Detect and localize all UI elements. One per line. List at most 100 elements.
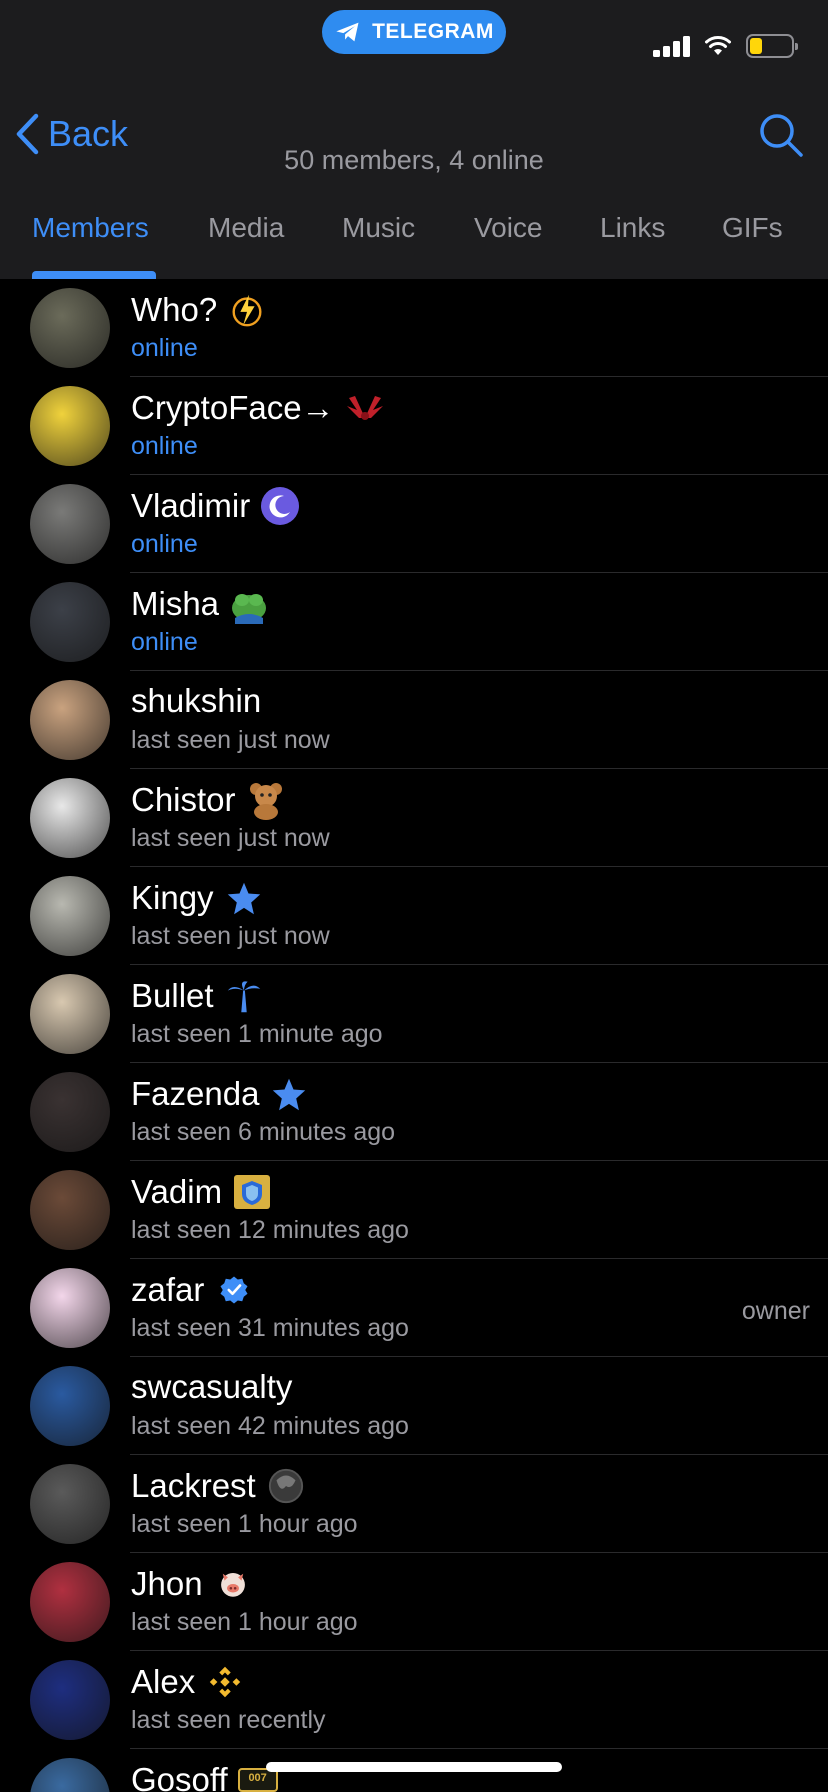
member-name: Alex <box>131 1663 196 1700</box>
pill-label: TELEGRAM <box>372 20 494 43</box>
member-name: Who? <box>131 291 218 328</box>
telegram-pill[interactable]: TELEGRAM <box>322 10 506 54</box>
member-name-line: Lackrest <box>131 1466 306 1506</box>
member-status: last seen 1 hour ago <box>131 1510 358 1538</box>
shield-badge-icon <box>232 1172 272 1212</box>
member-row[interactable]: zafar last seen 31 minutes ago owner <box>0 1259 828 1357</box>
tab-links[interactable]: Links <box>600 212 665 244</box>
member-row[interactable]: Fazenda last seen 6 minutes ago <box>0 1063 828 1161</box>
member-status: last seen 31 minutes ago <box>131 1314 409 1342</box>
member-row[interactable]: Alex last seen recently <box>0 1651 828 1749</box>
member-name: swcasualty <box>131 1368 293 1405</box>
avatar <box>30 288 110 368</box>
member-name-line: shukshin <box>131 682 261 720</box>
tab-media[interactable]: Media <box>208 212 284 244</box>
avatar <box>30 680 110 760</box>
dark-orb-icon <box>266 1466 306 1506</box>
avatar <box>30 1758 110 1792</box>
binance-icon <box>205 1662 245 1702</box>
avatar <box>30 1170 110 1250</box>
members-count: 50 members, 4 online <box>284 145 544 175</box>
member-name-line: Who? <box>131 290 267 330</box>
moon-icon <box>260 486 300 526</box>
member-status: last seen 1 minute ago <box>131 1020 383 1048</box>
home-indicator[interactable] <box>266 1762 562 1772</box>
star-icon <box>224 878 264 918</box>
member-name: Fazenda <box>131 1075 260 1112</box>
member-row[interactable]: Jhon last seen 1 hour ago <box>0 1553 828 1651</box>
member-name: Jhon <box>131 1565 203 1602</box>
member-name: Chistor <box>131 781 236 818</box>
member-status: online <box>131 628 198 656</box>
badge-text: 007 <box>248 1772 267 1784</box>
avatar <box>30 1072 110 1152</box>
member-name: Bullet <box>131 977 214 1014</box>
member-status: last seen 6 minutes ago <box>131 1118 396 1146</box>
member-status: online <box>131 334 198 362</box>
member-status: last seen 1 hour ago <box>131 1608 358 1636</box>
member-row[interactable]: Bullet last seen 1 minute ago <box>0 965 828 1063</box>
battery-icon <box>746 34 798 58</box>
avatar <box>30 386 110 466</box>
member-status: last seen just now <box>131 824 330 852</box>
teddy-bear-icon <box>246 780 286 820</box>
member-row[interactable]: Vadim last seen 12 minutes ago <box>0 1161 828 1259</box>
palm-tree-icon <box>224 976 264 1016</box>
member-status: last seen 12 minutes ago <box>131 1216 409 1244</box>
member-name: Gosoff <box>131 1761 228 1792</box>
member-row[interactable]: Chistor last seen just now <box>0 769 828 867</box>
member-name-line: Misha <box>131 584 269 624</box>
member-row[interactable]: CryptoFace→ online <box>0 377 828 475</box>
paper-plane-icon <box>336 22 359 42</box>
member-status: last seen 42 minutes ago <box>131 1412 409 1440</box>
tab-members[interactable]: Members <box>32 212 149 244</box>
member-status: last seen recently <box>131 1706 326 1734</box>
signal-icon <box>653 35 690 57</box>
avatar <box>30 1366 110 1446</box>
search-icon[interactable] <box>758 112 804 158</box>
member-name-line: Alex <box>131 1662 245 1702</box>
avatar <box>30 974 110 1054</box>
tab-music[interactable]: Music <box>342 212 415 244</box>
member-name-line: Vladimir <box>131 486 300 526</box>
member-name-line: Fazenda <box>131 1074 309 1114</box>
member-status: last seen just now <box>131 922 330 950</box>
wifi-icon <box>705 36 731 55</box>
member-name-line: Bullet <box>131 976 264 1016</box>
member-row[interactable]: Who? online <box>0 279 828 377</box>
header: TELEGRAM Back 50 members, 4 online Membe… <box>0 0 828 279</box>
member-name: Lackrest <box>131 1467 256 1504</box>
member-name-line: Chistor <box>131 780 286 820</box>
member-row[interactable]: swcasualty last seen 42 minutes ago <box>0 1357 828 1455</box>
avatar <box>30 1562 110 1642</box>
avatar <box>30 1660 110 1740</box>
member-name: Misha <box>131 585 220 622</box>
tab-bar: Members Media Music Voice Links GIFs <box>0 212 828 279</box>
pig-icon <box>213 1564 253 1604</box>
active-tab-indicator <box>32 271 156 279</box>
member-row[interactable]: shukshin last seen just now <box>0 671 828 769</box>
avatar <box>30 484 110 564</box>
member-row[interactable]: Vladimir online <box>0 475 828 573</box>
member-name-line: swcasualty <box>131 1368 292 1406</box>
member-name: Vadim <box>131 1173 223 1210</box>
avatar <box>30 1464 110 1544</box>
verified-icon <box>214 1270 254 1310</box>
member-name-line: Gosoff 007 <box>131 1760 278 1792</box>
member-name: shukshin <box>131 682 262 719</box>
member-status: last seen just now <box>131 726 330 754</box>
member-name: Vladimir <box>131 487 251 524</box>
member-name: zafar <box>131 1271 205 1308</box>
tab-gifs[interactable]: GIFs <box>722 212 783 244</box>
member-row[interactable]: Kingy last seen just now <box>0 867 828 965</box>
avatar <box>30 876 110 956</box>
tab-voice[interactable]: Voice <box>474 212 543 244</box>
member-name-line: Vadim <box>131 1172 272 1212</box>
member-row[interactable]: Lackrest last seen 1 hour ago <box>0 1455 828 1553</box>
member-row[interactable]: Misha online <box>0 573 828 671</box>
member-name-line: zafar <box>131 1270 254 1310</box>
star-icon <box>269 1074 309 1114</box>
red-wings-icon <box>345 388 385 428</box>
member-status: online <box>131 530 198 558</box>
avatar <box>30 778 110 858</box>
